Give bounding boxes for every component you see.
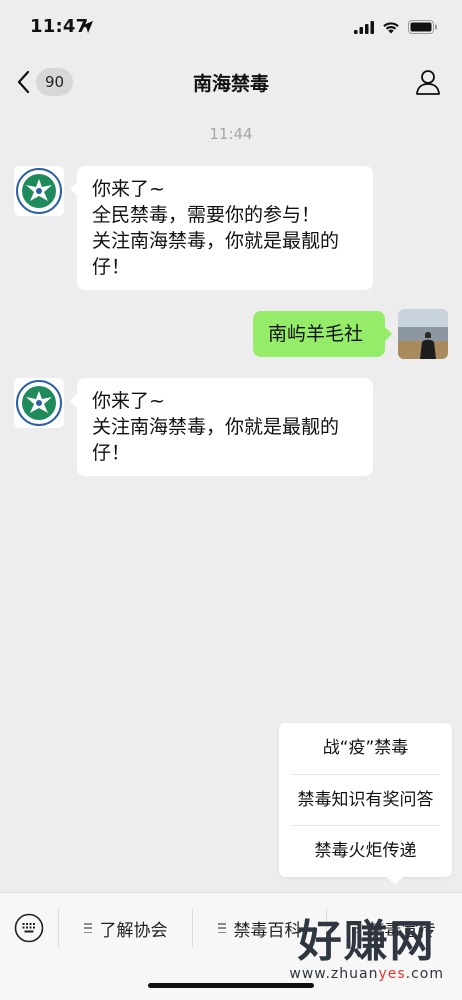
home-indicator[interactable] xyxy=(148,983,314,988)
nav-bar: 90 南海禁毒 xyxy=(0,56,462,108)
watermark-url: www.zhuanyes.com xyxy=(289,966,444,982)
wifi-icon xyxy=(383,21,399,33)
anti-drug-association-logo xyxy=(14,378,64,428)
battery-icon xyxy=(408,20,437,34)
message-bubble: 你来了~ 全民禁毒，需要你的参与！ 关注南海禁毒，你就是最靓的 仔！ xyxy=(70,166,373,290)
watermark-url-highlight: yes xyxy=(378,966,406,982)
location-arrow-icon xyxy=(81,21,93,33)
anti-drug-association-logo xyxy=(14,166,64,216)
submenu-lines-icon xyxy=(217,923,226,933)
menu-item-label: 了解协会 xyxy=(99,920,168,941)
profile-button[interactable] xyxy=(414,68,442,96)
cellular-signal-icon xyxy=(354,20,374,34)
chat-timestamp: 11:44 xyxy=(209,125,253,143)
submenu-popup: 战“疫”禁毒 禁毒知识有奖问答 禁毒火炬传递 xyxy=(279,723,452,885)
page-title: 南海禁毒 xyxy=(192,73,269,95)
watermark-url-prefix: www.zhuan xyxy=(289,966,379,982)
official-account-avatar[interactable] xyxy=(14,378,64,428)
keyboard-icon xyxy=(14,913,44,943)
submenu-item-torch-relay[interactable]: 禁毒火炬传递 xyxy=(291,826,440,877)
menu-item-about-association[interactable]: 了解协会 xyxy=(59,909,192,947)
message-bubble: 你来了~ 关注南海禁毒，你就是最靓的 仔！ xyxy=(70,378,373,476)
submenu-item-quiz[interactable]: 禁毒知识有奖问答 xyxy=(291,775,440,826)
official-account-avatar[interactable] xyxy=(14,166,64,216)
site-watermark: 好赚网 www.zhuanyes.com xyxy=(289,916,444,983)
submenu-item-anti-epidemic[interactable]: 战“疫”禁毒 xyxy=(291,723,440,774)
user-photo xyxy=(398,309,448,359)
my-message-bubble: 南屿羊毛社 xyxy=(253,311,392,357)
status-indicators xyxy=(354,20,438,34)
my-avatar[interactable] xyxy=(398,309,448,359)
status-bar: 11:47 xyxy=(0,0,462,56)
person-icon xyxy=(416,70,440,95)
keyboard-toggle-button[interactable] xyxy=(14,913,44,943)
watermark-title: 好赚网 xyxy=(297,916,436,967)
submenu-lines-icon xyxy=(83,923,92,933)
watermark-url-suffix: .com xyxy=(405,966,444,982)
